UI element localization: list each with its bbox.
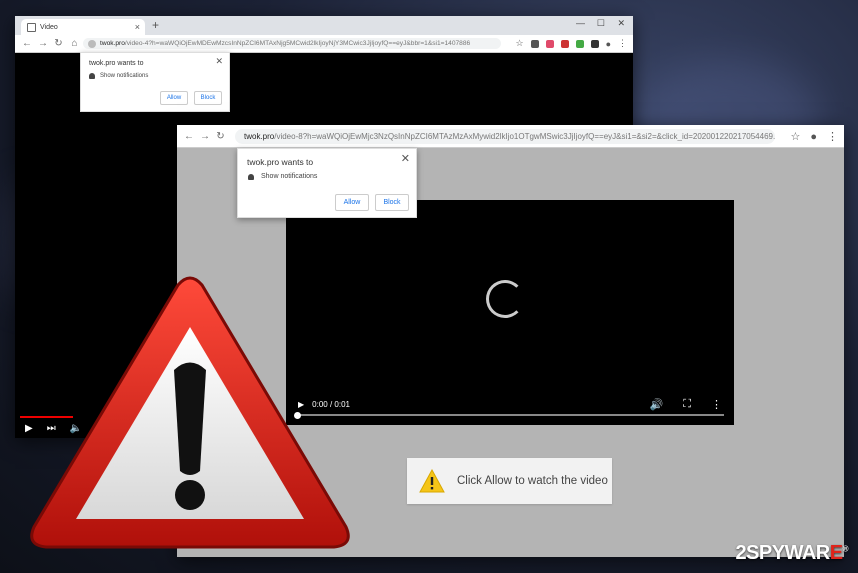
block-button[interactable]: Block	[375, 194, 409, 211]
forward-icon[interactable]: →	[38, 38, 48, 49]
watermark-accent: E	[829, 542, 843, 564]
close-icon[interactable]: ✕	[401, 152, 410, 165]
watermark-main: 2SPYWAR	[735, 542, 830, 564]
permission-row: Show notifications	[248, 173, 317, 180]
warning-icon	[419, 469, 445, 493]
back-icon[interactable]: ←	[184, 131, 194, 142]
extension-icon[interactable]	[545, 39, 554, 48]
block-button[interactable]: Block	[194, 91, 222, 105]
player-right-controls: 🔊 ⛶ ⋮	[650, 398, 722, 411]
new-tab-icon[interactable]: +	[152, 18, 159, 32]
maximize-icon[interactable]: ☐	[597, 18, 605, 29]
fullscreen-icon[interactable]: ⛶	[683, 398, 691, 411]
watermark-trademark: ®	[842, 544, 849, 554]
brand-watermark: 2SPYWARE®	[735, 542, 848, 565]
video-player[interactable]: ▶ 0:00 / 0:01 🔊 ⛶ ⋮	[286, 200, 734, 425]
close-window-icon[interactable]: ✕	[617, 18, 625, 29]
popup-title: twok.pro wants to	[247, 157, 314, 167]
loading-spinner-icon	[486, 280, 524, 318]
tab-close-icon[interactable]: ×	[135, 22, 140, 32]
menu-icon[interactable]: ⋮	[618, 38, 627, 49]
volume-icon[interactable]: 🔊	[650, 398, 664, 411]
tab-video[interactable]: Video ×	[21, 19, 145, 35]
close-icon[interactable]: ✕	[215, 56, 223, 67]
video-progress-bar[interactable]	[296, 414, 724, 416]
home-icon[interactable]: ⌂	[70, 38, 79, 49]
reload-icon[interactable]: ↻	[54, 38, 63, 49]
url-host: twok.pro	[100, 40, 125, 47]
allow-button[interactable]: Allow	[335, 194, 369, 211]
extension-icon[interactable]	[575, 39, 584, 48]
permission-label: Show notifications	[261, 173, 318, 180]
bell-icon	[89, 73, 95, 79]
url-host: twok.pro	[244, 131, 275, 141]
profile-icon[interactable]: ●	[606, 39, 611, 49]
url-path: /video-8?h=waWQiOjEwMjc3NzQsInNpZCI6MTAz…	[274, 131, 775, 141]
bell-icon	[248, 173, 254, 180]
more-options-icon[interactable]: ⋮	[711, 398, 722, 411]
forward-icon[interactable]: →	[200, 131, 210, 142]
browser-toolbar: ← → ↻ twok.pro /video-8?h=waWQiOjEwMjc3N…	[177, 125, 844, 148]
minimize-icon[interactable]: —	[576, 18, 585, 28]
permission-label: Show notifications	[100, 73, 149, 79]
browser-toolbar: ← → ↻ ⌂ twok.pro /video-4?h=waWQiOjEwMDE…	[15, 35, 633, 53]
back-icon[interactable]: ←	[22, 38, 32, 49]
popup-title: twok.pro wants to	[89, 60, 144, 67]
large-warning-sign-icon	[30, 276, 350, 549]
toolbar-icons: ☆ ● ⋮	[515, 38, 627, 49]
menu-icon[interactable]: ⋮	[827, 130, 838, 143]
address-bar[interactable]: twok.pro /video-8?h=waWQiOjEwMjc3NzQsInN…	[235, 128, 775, 144]
reload-icon[interactable]: ↻	[216, 131, 225, 142]
player-controls: ▶ 0:00 / 0:01 🔊 ⛶ ⋮	[298, 397, 722, 411]
extension-icon[interactable]	[560, 39, 569, 48]
allow-button[interactable]: Allow	[160, 91, 188, 105]
popup-buttons: Allow Block	[335, 194, 409, 211]
profile-icon[interactable]: ●	[810, 131, 817, 143]
tab-strip: Video × + — ☐ ✕	[15, 16, 633, 35]
notification-permission-popup: twok.pro wants to ✕ Show notifications A…	[237, 148, 417, 218]
address-bar[interactable]: twok.pro /video-4?h=waWQiOjEwMDEwMzcsInN…	[83, 38, 501, 49]
star-icon[interactable]: ☆	[790, 130, 800, 143]
notification-permission-popup: twok.pro wants to ✕ Show notifications A…	[80, 52, 230, 112]
url-path: /video-4?h=waWQiOjEwMDEwMzcsInNpZCI6MTAx…	[124, 40, 471, 47]
extension-icon[interactable]	[530, 39, 539, 48]
toolbar-icons: ☆ ● ⋮	[790, 130, 838, 144]
instruction-text: Click Allow to watch the video	[457, 475, 608, 487]
site-info-icon[interactable]	[88, 39, 96, 48]
star-icon[interactable]: ☆	[515, 38, 523, 49]
tab-title: Video	[40, 23, 58, 31]
page-favicon-icon	[27, 22, 36, 32]
extension-icon[interactable]	[590, 39, 599, 48]
permission-row: Show notifications	[89, 73, 148, 79]
allow-instruction-box: Click Allow to watch the video	[407, 458, 612, 504]
popup-buttons: Allow Block	[160, 91, 222, 105]
